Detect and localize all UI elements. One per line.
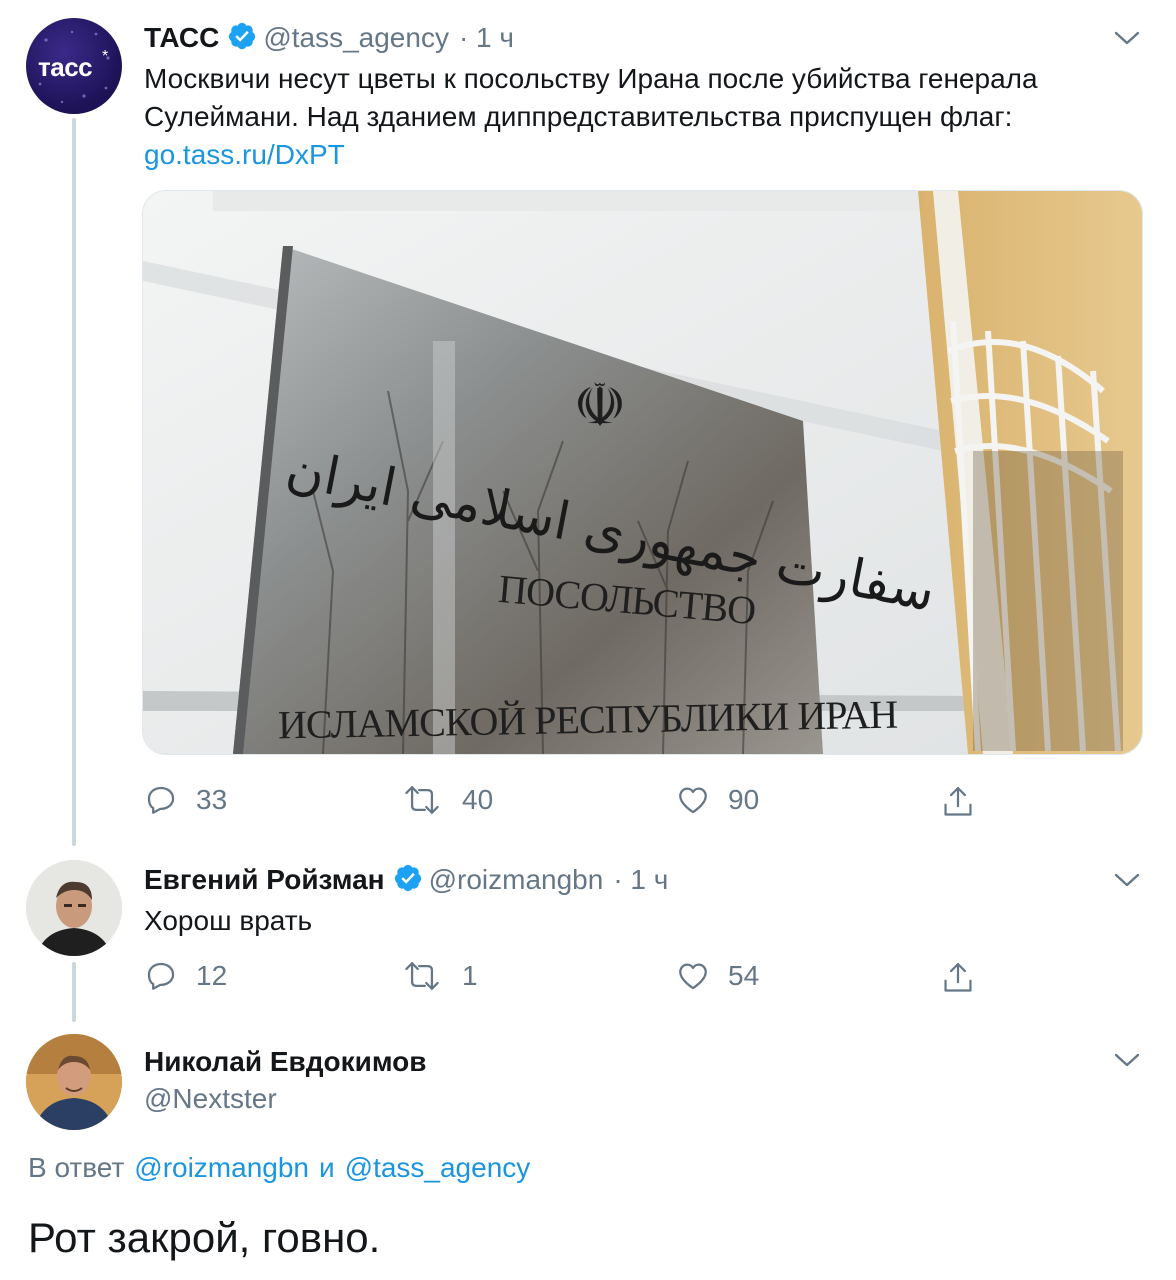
reply-count: 12 (196, 960, 228, 991)
chevron-down-icon[interactable] (1114, 872, 1140, 888)
retweet-count: 40 (462, 784, 494, 815)
author-handle[interactable]: @Nextster (144, 1083, 277, 1115)
author-handle[interactable]: @roizmangbn (429, 864, 604, 896)
retweet-icon (405, 786, 439, 814)
reply-button[interactable]: 33 (144, 783, 227, 817)
avatar-photo (26, 860, 122, 956)
share-icon[interactable] (941, 784, 975, 820)
avatar[interactable] (26, 1034, 122, 1130)
verified-badge-icon (393, 863, 423, 898)
like-button[interactable]: 54 (676, 959, 759, 993)
retweet-button[interactable]: 40 (400, 783, 493, 817)
thread-line (72, 118, 76, 846)
reply-context: В ответ @roizmangbn и @tass_agency (28, 1152, 530, 1184)
avatar[interactable]: тасс * (26, 18, 122, 114)
author-name[interactable]: Евгений Ройзман (144, 864, 385, 896)
tweet-photo[interactable]: ☫ سفارت جمهوری اسلامی ایران ПОСОЛЬСТВО И… (142, 190, 1143, 755)
chevron-down-icon[interactable] (1114, 1052, 1140, 1068)
tweet-text: Москвичи несут цветы к посольству Ирана … (144, 63, 1038, 132)
reply-mention[interactable]: @roizmangbn (134, 1152, 309, 1184)
tweet-time[interactable]: · 1 ч (459, 22, 514, 54)
thread-line (72, 962, 76, 1022)
avatar-logo-text: тасс (38, 52, 93, 82)
avatar[interactable] (26, 860, 122, 956)
heart-icon (679, 963, 707, 990)
verified-badge-icon (227, 21, 257, 56)
author-name[interactable]: Николай Евдокимов (144, 1046, 427, 1078)
reply-icon (147, 786, 175, 814)
like-button[interactable]: 90 (676, 783, 759, 817)
reply-button[interactable]: 12 (144, 959, 227, 993)
tweet-header: ТАСС @tass_agency · 1 ч (144, 20, 514, 56)
plaque-emblem-icon: ☫ (573, 371, 627, 441)
reply-icon (147, 962, 175, 990)
tweet-time[interactable]: · 1 ч (613, 864, 668, 896)
heart-icon (679, 787, 707, 814)
author-name[interactable]: ТАСС (144, 22, 219, 54)
chevron-down-icon[interactable] (1114, 30, 1140, 46)
author-handle[interactable]: @tass_agency (263, 22, 449, 54)
focused-tweet-text: Рот закрой, говно. (28, 1214, 381, 1261)
asterisk-icon: * (102, 48, 109, 65)
tweet-link[interactable]: go.tass.ru/DxPT (144, 136, 345, 174)
like-count: 90 (728, 784, 760, 815)
retweet-icon (405, 962, 439, 990)
avatar-photo (26, 1034, 122, 1130)
tweet-header: Евгений Ройзман @roizmangbn · 1 ч (144, 862, 668, 898)
like-count: 54 (728, 960, 760, 991)
retweet-count: 1 (462, 960, 478, 991)
reply-prefix: В ответ (28, 1152, 125, 1183)
share-icon[interactable] (941, 960, 975, 996)
tweet-text: Хорош врать (144, 905, 313, 936)
reply-count: 33 (196, 784, 228, 815)
reply-mention[interactable]: @tass_agency (345, 1152, 531, 1184)
reply-and: и (319, 1152, 335, 1183)
retweet-button[interactable]: 1 (400, 959, 478, 993)
